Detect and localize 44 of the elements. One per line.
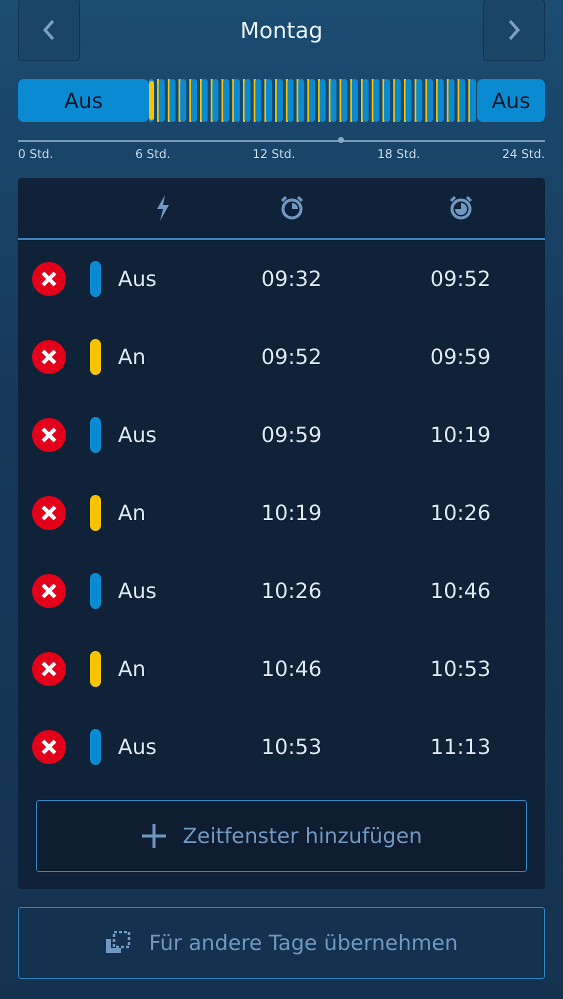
- end-time: 09:59: [430, 345, 491, 369]
- copy-icon: [105, 931, 132, 955]
- axis-label: 18 Std.: [377, 147, 420, 161]
- add-time-window-button[interactable]: Zeitfenster hinzufügen: [36, 800, 527, 872]
- copy-to-other-days-button[interactable]: Für andere Tage übernehmen: [18, 907, 545, 979]
- delete-icon[interactable]: [32, 340, 66, 374]
- axis-label: 6 Std.: [135, 147, 170, 161]
- delete-icon[interactable]: [32, 262, 66, 296]
- end-time: 10:53: [430, 657, 491, 681]
- start-time: 10:46: [261, 657, 322, 681]
- delete-icon[interactable]: [32, 574, 66, 608]
- start-time: 09:32: [261, 267, 322, 291]
- end-time: 11:13: [430, 735, 491, 759]
- state-label: An: [118, 657, 146, 681]
- axis-label: 0 Std.: [18, 147, 54, 161]
- state-label: Aus: [118, 423, 157, 447]
- day-title: Montag: [240, 18, 323, 44]
- start-time: 09:59: [261, 423, 322, 447]
- state-label: Aus: [118, 735, 157, 759]
- chevron-right-icon: [507, 19, 521, 41]
- plus-icon: [140, 823, 167, 849]
- state-label: An: [118, 501, 146, 525]
- start-time: 10:53: [261, 735, 322, 759]
- alarm-clock-icon: [448, 195, 474, 221]
- delete-icon[interactable]: [32, 496, 66, 530]
- state-label: Aus: [118, 267, 157, 291]
- timeline-segment[interactable]: Aus: [477, 79, 545, 122]
- lightning-icon: [156, 195, 170, 221]
- axis-label: 12 Std.: [252, 147, 296, 161]
- chevron-left-icon: [42, 19, 56, 41]
- end-time: 10:19: [430, 423, 491, 447]
- state-label: An: [118, 345, 146, 369]
- end-time: 10:26: [430, 501, 491, 525]
- end-time: 09:52: [430, 267, 491, 291]
- axis-label: 24 Std.: [502, 147, 545, 161]
- start-time: 09:52: [261, 345, 322, 369]
- start-time: 10:19: [261, 501, 322, 525]
- delete-icon[interactable]: [32, 418, 66, 452]
- alarm-clock-icon: [278, 195, 304, 221]
- end-time: 10:46: [430, 579, 491, 603]
- start-time: 10:26: [261, 579, 322, 603]
- state-label: Aus: [118, 579, 157, 603]
- delete-icon[interactable]: [32, 730, 66, 764]
- delete-icon[interactable]: [32, 652, 66, 686]
